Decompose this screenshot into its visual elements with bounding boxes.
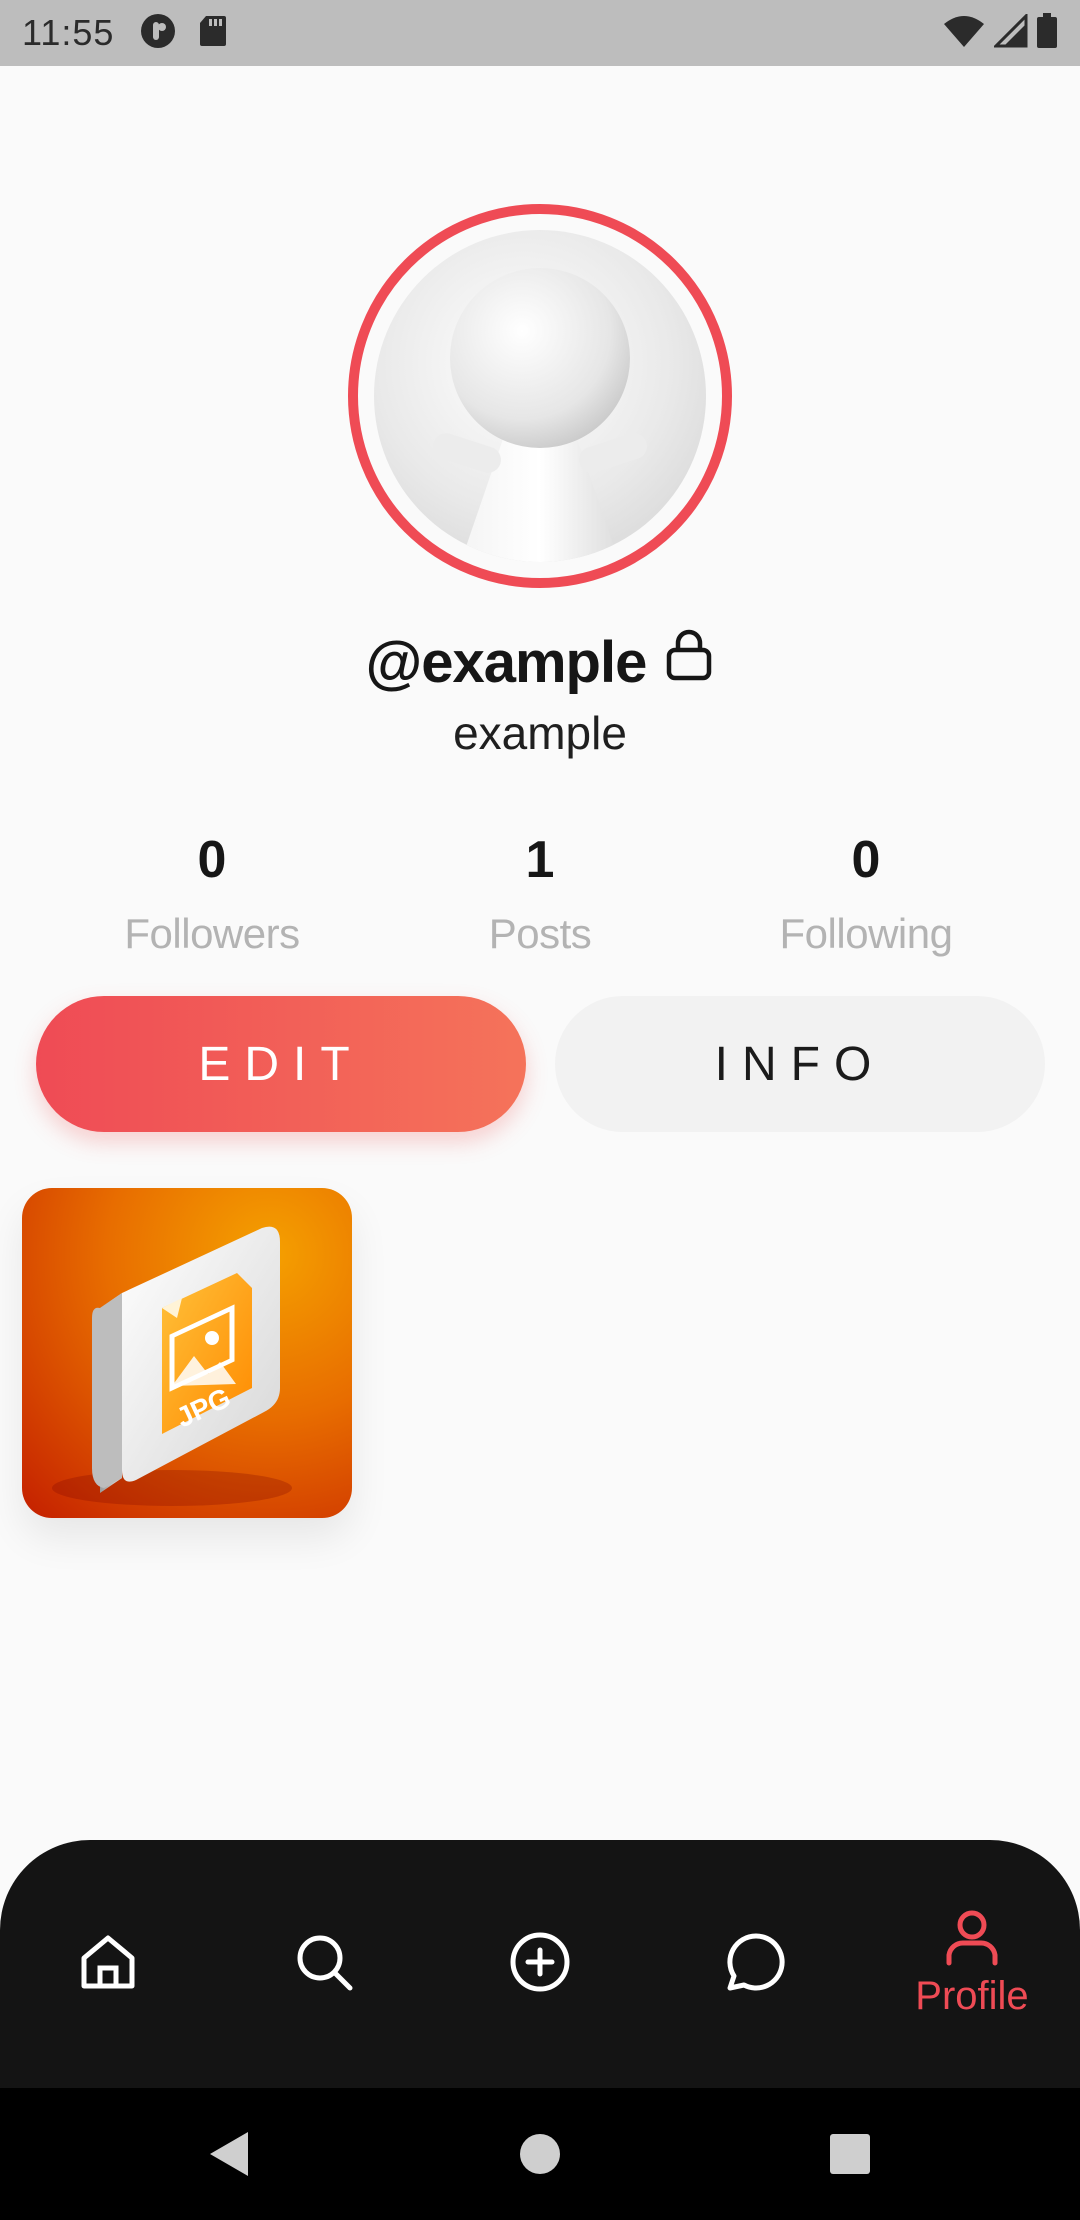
lock-icon — [664, 628, 714, 696]
system-nav-bar — [0, 2088, 1080, 2220]
recents-icon[interactable] — [790, 2088, 910, 2220]
nav-search[interactable] — [216, 1840, 432, 2088]
profile-icon — [944, 1909, 1000, 1972]
nav-profile-label: Profile — [915, 1974, 1029, 2018]
nav-profile[interactable]: Profile — [864, 1840, 1080, 2088]
nav-messages[interactable] — [648, 1840, 864, 2088]
following-label: Following — [779, 910, 953, 957]
status-left-icons — [140, 13, 228, 54]
profile-handle-row: @example — [0, 628, 1080, 696]
info-button[interactable]: INFO — [555, 996, 1045, 1132]
followers-label: Followers — [124, 910, 300, 957]
jpg-file-icon: JPG — [52, 1226, 292, 1506]
posts-count: 1 — [525, 831, 555, 889]
profile-display-name: example — [453, 707, 627, 759]
post-thumbnail[interactable]: JPG — [22, 1188, 352, 1518]
signal-icon — [992, 11, 1028, 53]
following-count: 0 — [851, 831, 881, 889]
home-circle-icon[interactable] — [480, 2088, 600, 2220]
sd-card-icon — [198, 14, 228, 53]
add-circle-icon — [508, 1930, 572, 1999]
nav-home[interactable] — [0, 1840, 216, 2088]
profile-avatar[interactable] — [348, 204, 732, 588]
wifi-icon — [942, 14, 986, 53]
home-icon — [76, 1930, 140, 1999]
edit-button[interactable]: EDIT — [36, 996, 526, 1132]
avatar-image — [374, 230, 706, 562]
nav-add-post[interactable] — [432, 1840, 648, 2088]
posts-stat[interactable]: 1 Posts — [380, 830, 700, 958]
profile-handle: @example — [365, 629, 648, 695]
posts-label: Posts — [488, 910, 592, 957]
followers-stat[interactable]: 0 Followers — [52, 830, 372, 958]
bottom-nav: Profile — [0, 1840, 1080, 2088]
status-time: 11:55 — [22, 12, 115, 53]
battery-icon — [1036, 12, 1058, 54]
followers-count: 0 — [197, 831, 227, 889]
following-stat[interactable]: 0 Following — [706, 830, 1026, 958]
podcast-icon — [140, 13, 176, 54]
chat-icon — [724, 1930, 788, 1999]
status-right-icons — [942, 11, 1058, 54]
search-icon — [292, 1930, 356, 1999]
back-icon[interactable] — [168, 2088, 288, 2220]
status-bar: 11:55 — [0, 0, 1080, 66]
